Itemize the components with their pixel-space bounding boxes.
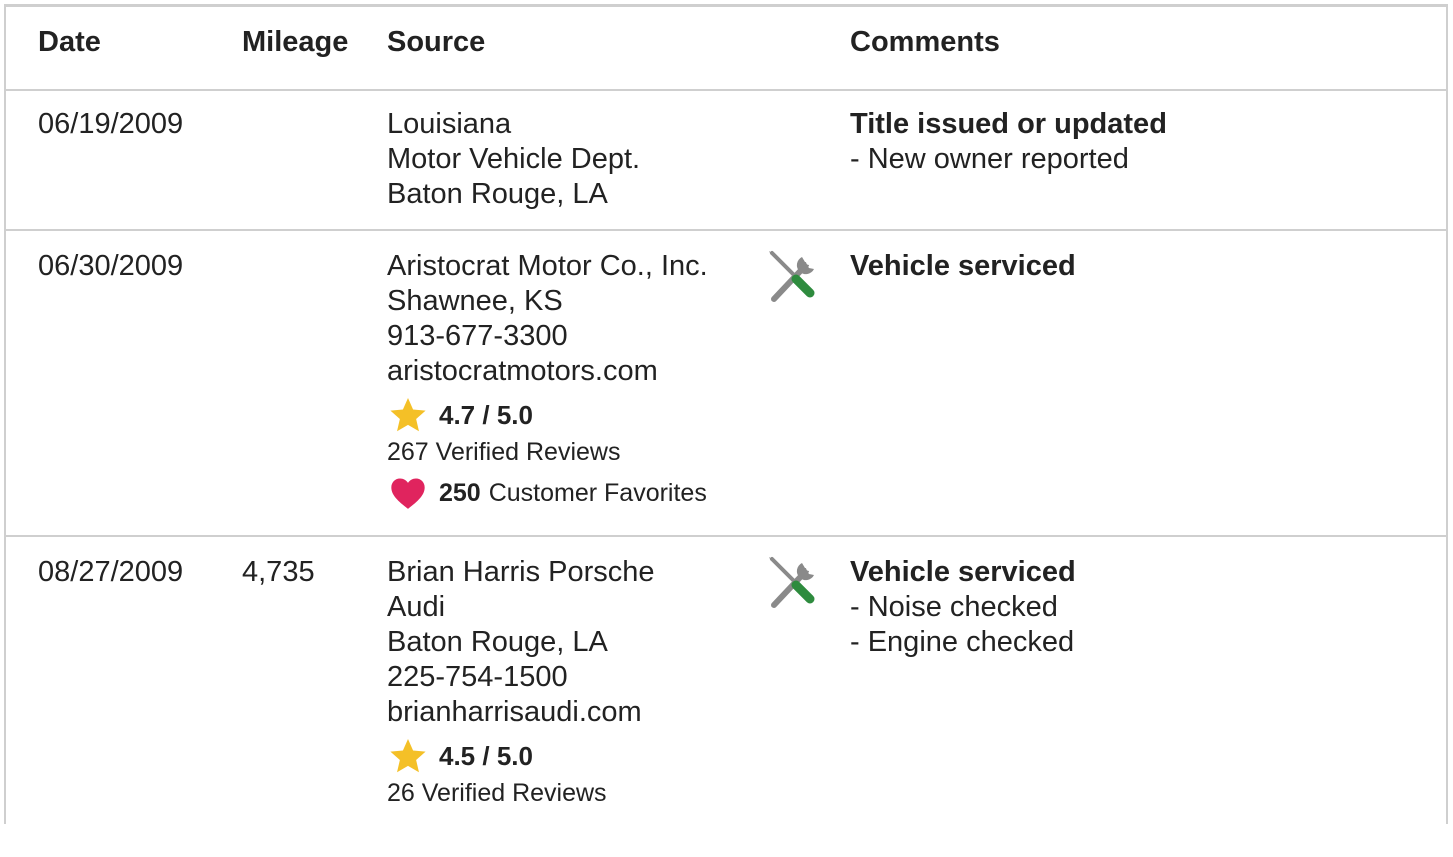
star-icon — [387, 395, 429, 435]
header-date: Date — [38, 26, 101, 58]
heart-icon — [387, 473, 429, 513]
row-comments: Vehicle serviced - Noise checked - Engin… — [850, 555, 1430, 660]
source-website-link[interactable]: brianharrisaudi.com — [387, 695, 767, 730]
comment-title: Vehicle serviced — [850, 556, 1076, 588]
favorites-label: Customer Favorites — [488, 478, 707, 507]
header-source: Source — [387, 26, 486, 58]
source-line: Baton Rouge, LA — [387, 178, 608, 210]
favorites-count: 250 — [439, 478, 481, 507]
source-website-link[interactable]: aristocratmotors.com — [387, 354, 767, 389]
row-date: 06/30/2009 — [38, 250, 184, 282]
row-comments: Title issued or updated - New owner repo… — [850, 107, 1430, 177]
star-icon — [387, 736, 429, 776]
row-date: 08/27/2009 — [38, 556, 184, 588]
row-source: Aristocrat Motor Co., Inc. Shawnee, KS 9… — [387, 249, 767, 513]
row-source: Louisiana Motor Vehicle Dept. Baton Roug… — [387, 107, 767, 212]
row-source: Brian Harris Porsche Audi Baton Rouge, L… — [387, 555, 767, 810]
source-phone[interactable]: 225-754-1500 — [387, 660, 767, 695]
service-icon-cell — [766, 249, 822, 305]
source-location: Baton Rouge, LA — [387, 626, 608, 658]
vehicle-history-table: Date Mileage Source Comments 06/19/2009 … — [4, 4, 1448, 824]
comment-item: - New owner reported — [850, 143, 1129, 175]
table-row: 08/27/2009 4,735 Brian Harris Porsche Au… — [6, 537, 1446, 857]
header-comments: Comments — [850, 26, 1000, 58]
source-line: Motor Vehicle Dept. — [387, 143, 641, 175]
source-location: Shawnee, KS — [387, 285, 563, 317]
header-mileage: Mileage — [242, 26, 349, 58]
rating-score: 4.5 / 5.0 — [439, 740, 533, 771]
rating-score: 4.7 / 5.0 — [439, 399, 533, 430]
source-name-cont: Audi — [387, 591, 446, 623]
source-name: Brian Harris Porsche — [387, 556, 655, 588]
verified-reviews-link[interactable]: 267 Verified Reviews — [387, 435, 767, 469]
customer-favorites: 250 Customer Favorites — [387, 473, 767, 513]
row-mileage: 4,735 — [242, 556, 315, 588]
verified-reviews-link[interactable]: 26 Verified Reviews — [387, 776, 767, 810]
table-row: 06/30/2009 Aristocrat Motor Co., Inc. Sh… — [6, 231, 1446, 537]
source-line: Louisiana — [387, 108, 512, 140]
service-tools-icon — [766, 249, 822, 305]
row-date: 06/19/2009 — [38, 108, 184, 140]
comment-item: - Noise checked — [850, 591, 1058, 623]
row-comments: Vehicle serviced — [850, 249, 1430, 284]
comment-title: Title issued or updated — [850, 108, 1167, 140]
source-phone[interactable]: 913-677-3300 — [387, 319, 767, 354]
service-icon-cell — [766, 555, 822, 611]
service-tools-icon — [766, 555, 822, 611]
table-header-row: Date Mileage Source Comments — [6, 7, 1446, 91]
comment-title: Vehicle serviced — [850, 250, 1076, 282]
dealer-rating[interactable]: 4.7 / 5.0 — [387, 395, 767, 435]
table-row: 06/19/2009 Louisiana Motor Vehicle Dept.… — [6, 89, 1446, 231]
comment-item: - Engine checked — [850, 626, 1075, 658]
source-name: Aristocrat Motor Co., Inc. — [387, 250, 708, 282]
dealer-rating[interactable]: 4.5 / 5.0 — [387, 736, 767, 776]
